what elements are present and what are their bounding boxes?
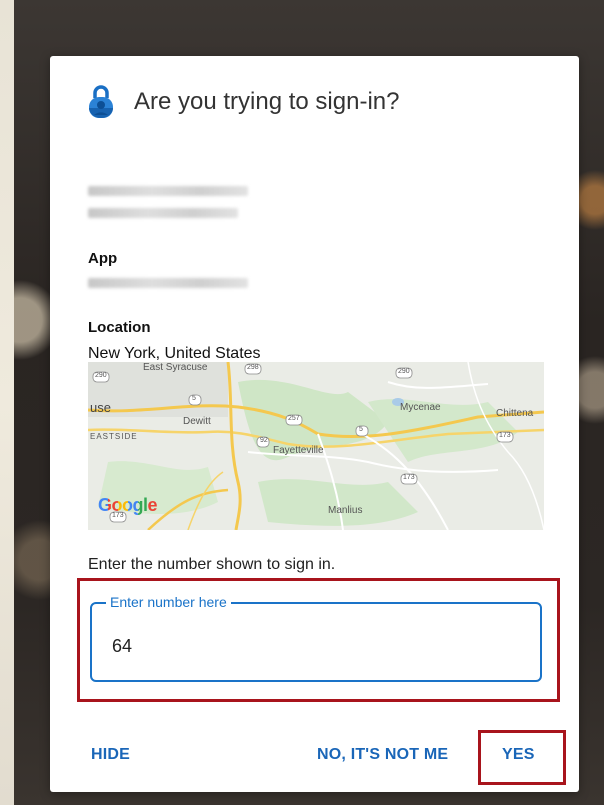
number-prompt: Enter the number shown to sign in. (88, 556, 336, 573)
dialog-header: Are you trying to sign-in? (88, 84, 399, 120)
map-label-use: use (90, 400, 111, 415)
road-number-5-west: 5 (192, 395, 196, 402)
dialog-title: Are you trying to sign-in? (134, 88, 400, 115)
yes-highlight-box (478, 730, 566, 785)
location-label: Location (88, 319, 151, 336)
location-value: New York, United States (88, 345, 261, 362)
number-input-field[interactable]: Enter number here 64 (90, 594, 542, 682)
road-number-92: 92 (260, 437, 268, 444)
location-map: East Syracuse Dewitt Mycenae Chittena Fa… (88, 362, 544, 530)
road-number-173-east: 173 (499, 432, 511, 439)
sign-in-dialog: Are you trying to sign-in? App Location … (50, 56, 579, 792)
map-label-dewitt: Dewitt (183, 416, 211, 427)
hide-button[interactable]: HIDE (91, 746, 130, 764)
google-map-logo: Google (98, 495, 158, 516)
redacted-account-name (88, 186, 248, 196)
road-number-290-west: 290 (95, 372, 107, 379)
map-label-fayetteville: Fayetteville (273, 445, 324, 456)
redacted-account-email (88, 208, 238, 218)
map-label-east-syracuse: East Syracuse (143, 362, 208, 373)
map-label-manlius: Manlius (328, 505, 363, 516)
number-input-label: Enter number here (106, 594, 231, 610)
google-logo-text: Google (98, 495, 158, 515)
number-input-value[interactable]: 64 (112, 636, 132, 657)
redacted-app-name (88, 278, 248, 288)
map-label-eastside: EASTSIDE (90, 432, 138, 441)
road-number-257: 257 (288, 415, 300, 422)
road-number-290-east: 290 (398, 368, 410, 375)
road-number-298: 298 (247, 364, 259, 371)
road-number-173-south: 173 (403, 474, 415, 481)
app-label: App (88, 250, 118, 267)
road-number-5-east: 5 (359, 426, 363, 433)
map-label-mycenae: Mycenae (400, 402, 441, 413)
authenticator-lock-icon (89, 85, 113, 118)
background-wall-strip (0, 0, 14, 805)
not-me-button[interactable]: NO, IT'S NOT ME (317, 746, 448, 764)
map-label-chittena: Chittena (496, 408, 534, 419)
